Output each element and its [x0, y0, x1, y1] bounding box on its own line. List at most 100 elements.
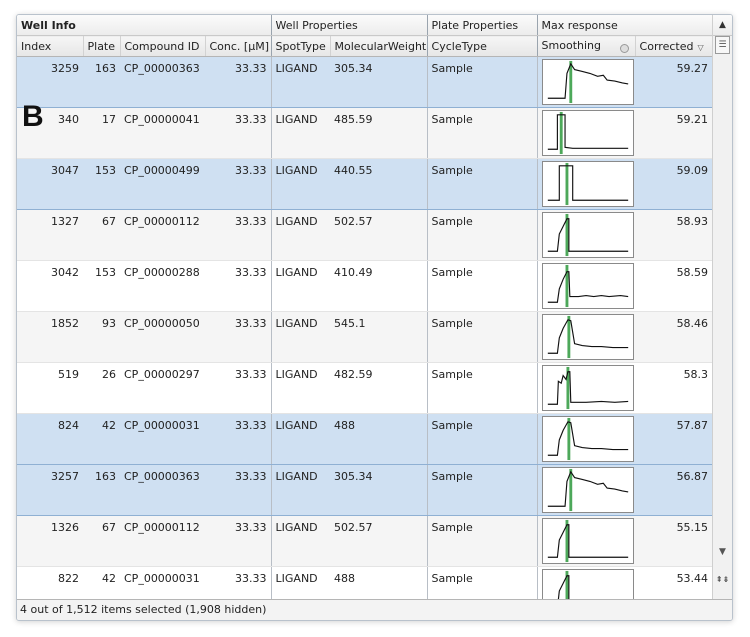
- cell-response-thumbnail[interactable]: [537, 209, 636, 261]
- cell-molecular-weight: 482.59: [330, 362, 428, 414]
- table-row[interactable]: 340 17 CP_00000041 33.33 LIGAND 485.59 Sample 5…: [17, 107, 713, 159]
- cell-molecular-weight: 502.57: [330, 209, 428, 261]
- column-header-index[interactable]: Index: [17, 35, 84, 57]
- group-header-well-info[interactable]: Well Info: [17, 15, 272, 36]
- response-trace-line: [547, 421, 628, 456]
- cell-plate: 93: [83, 311, 120, 363]
- cell-response-thumbnail[interactable]: [537, 260, 636, 312]
- cell-spot-type: LIGAND: [271, 107, 331, 159]
- response-trace-line: [547, 371, 628, 405]
- cell-molecular-weight: 305.34: [330, 56, 428, 108]
- scroll-up-icon[interactable]: ▲: [713, 15, 732, 36]
- cell-conc: 33.33: [205, 413, 272, 465]
- cell-cycle-type: Sample: [427, 362, 538, 414]
- cell-spot-type: LIGAND: [271, 362, 331, 414]
- table-row[interactable]: 3259 163 CP_00000363 33.33 LIGAND 305.34 Sampl…: [17, 56, 713, 108]
- response-sparkline: [541, 467, 634, 513]
- scroll-jump-icon[interactable]: ⇞⇟: [713, 575, 732, 595]
- cell-conc: 33.33: [205, 515, 272, 567]
- cell-spot-type: LIGAND: [271, 56, 331, 108]
- cell-corrected: 59.09: [635, 158, 713, 210]
- column-header-spot-type[interactable]: SpotType: [271, 35, 331, 57]
- scroll-down-icon[interactable]: ▼: [713, 545, 732, 559]
- sort-descending-icon[interactable]: ▽: [697, 43, 703, 52]
- cell-cycle-type: Sample: [427, 464, 538, 516]
- cell-conc: 33.33: [205, 158, 272, 210]
- cell-response-thumbnail[interactable]: [537, 107, 636, 159]
- response-trace-line: [547, 165, 628, 201]
- group-header-plate-properties[interactable]: Plate Properties: [427, 15, 538, 36]
- cell-plate: 26: [83, 362, 120, 414]
- cell-plate: 67: [83, 515, 120, 567]
- cell-molecular-weight: 440.55: [330, 158, 428, 210]
- table-row[interactable]: 824 42 CP_00000031 33.33 LIGAND 488 Sample 57.8…: [17, 413, 713, 465]
- group-header-well-properties[interactable]: Well Properties: [271, 15, 428, 36]
- results-table: Well Info Well Properties Plate Properti…: [17, 15, 713, 618]
- column-header-corrected[interactable]: Corrected ▽: [635, 35, 713, 57]
- response-trace-line: [547, 319, 628, 354]
- column-menu-icon[interactable]: ☰: [715, 36, 730, 54]
- response-trace-line: [547, 524, 628, 558]
- smoothing-toggle-icon[interactable]: [619, 44, 629, 53]
- table-row[interactable]: 3042 153 CP_00000288 33.33 LIGAND 410.49 Sampl…: [17, 260, 713, 312]
- cell-response-thumbnail[interactable]: [537, 515, 636, 567]
- cell-conc: 33.33: [205, 311, 272, 363]
- response-sparkline: [541, 59, 634, 105]
- cell-index: 3257: [17, 464, 83, 516]
- cell-index: 1326: [17, 515, 83, 567]
- smoothing-label: Smoothing: [541, 39, 601, 52]
- column-header-conc[interactable]: Conc. [µM]: [205, 35, 272, 57]
- table-row[interactable]: 1852 93 CP_00000050 33.33 LIGAND 545.1 Sample 5…: [17, 311, 713, 363]
- cell-conc: 33.33: [205, 209, 272, 261]
- response-trace-line: [547, 470, 628, 507]
- table-row[interactable]: 1327 67 CP_00000112 33.33 LIGAND 502.57 Sample…: [17, 209, 713, 261]
- cell-compound-id: CP_00000363: [120, 56, 205, 108]
- cell-molecular-weight: 502.57: [330, 515, 428, 567]
- cell-index: 3047: [17, 158, 83, 210]
- selection-status-text: 4 out of 1,512 items selected (1,908 hid…: [20, 603, 267, 616]
- cell-response-thumbnail[interactable]: [537, 362, 636, 414]
- cell-corrected: 58.3: [635, 362, 713, 414]
- cell-cycle-type: Sample: [427, 56, 538, 108]
- cell-response-thumbnail[interactable]: [537, 311, 636, 363]
- cell-response-thumbnail[interactable]: [537, 464, 636, 516]
- cell-corrected: 58.46: [635, 311, 713, 363]
- response-trace-line: [547, 218, 628, 252]
- column-header-compound-id[interactable]: Compound ID: [120, 35, 206, 57]
- cell-spot-type: LIGAND: [271, 209, 331, 261]
- cell-molecular-weight: 485.59: [330, 107, 428, 159]
- vertical-scrollbar[interactable]: ▲ ☰ ▼ ⇞⇟: [712, 15, 732, 599]
- cell-conc: 33.33: [205, 260, 272, 312]
- column-header-molecular-weight[interactable]: MolecularWeight: [330, 35, 428, 57]
- cell-response-thumbnail[interactable]: [537, 413, 636, 465]
- cell-cycle-type: Sample: [427, 311, 538, 363]
- results-table-panel: Well Info Well Properties Plate Properti…: [16, 14, 733, 621]
- cell-spot-type: LIGAND: [271, 260, 331, 312]
- cell-plate: 163: [83, 464, 120, 516]
- cell-response-thumbnail[interactable]: [537, 56, 636, 108]
- cell-compound-id: CP_00000112: [120, 209, 205, 261]
- cell-compound-id: CP_00000363: [120, 464, 205, 516]
- response-sparkline: [541, 365, 634, 411]
- cell-index: 1327: [17, 209, 83, 261]
- cell-cycle-type: Sample: [427, 107, 538, 159]
- response-sparkline: [541, 161, 634, 207]
- table-row[interactable]: 3047 153 CP_00000499 33.33 LIGAND 440.55 Sampl…: [17, 158, 713, 210]
- column-header-smoothing[interactable]: Smoothing: [537, 35, 636, 57]
- cell-plate: 42: [83, 413, 120, 465]
- group-header-max-response[interactable]: Max response: [537, 15, 713, 36]
- cell-conc: 33.33: [205, 107, 272, 159]
- cell-plate: 153: [83, 260, 120, 312]
- response-trace-line: [547, 271, 628, 303]
- table-row[interactable]: 3257 163 CP_00000363 33.33 LIGAND 305.34 Sampl…: [17, 464, 713, 516]
- table-row[interactable]: 1326 67 CP_00000112 33.33 LIGAND 502.57 Sample…: [17, 515, 713, 567]
- column-header-cycle-type[interactable]: CycleType: [427, 35, 538, 57]
- cell-compound-id: CP_00000050: [120, 311, 205, 363]
- cell-response-thumbnail[interactable]: [537, 158, 636, 210]
- table-row[interactable]: 519 26 CP_00000297 33.33 LIGAND 482.59 Sample 5…: [17, 362, 713, 414]
- cell-cycle-type: Sample: [427, 413, 538, 465]
- response-sparkline: [541, 416, 634, 462]
- cell-spot-type: LIGAND: [271, 158, 331, 210]
- column-header-plate[interactable]: Plate: [83, 35, 121, 57]
- response-sparkline: [541, 518, 634, 564]
